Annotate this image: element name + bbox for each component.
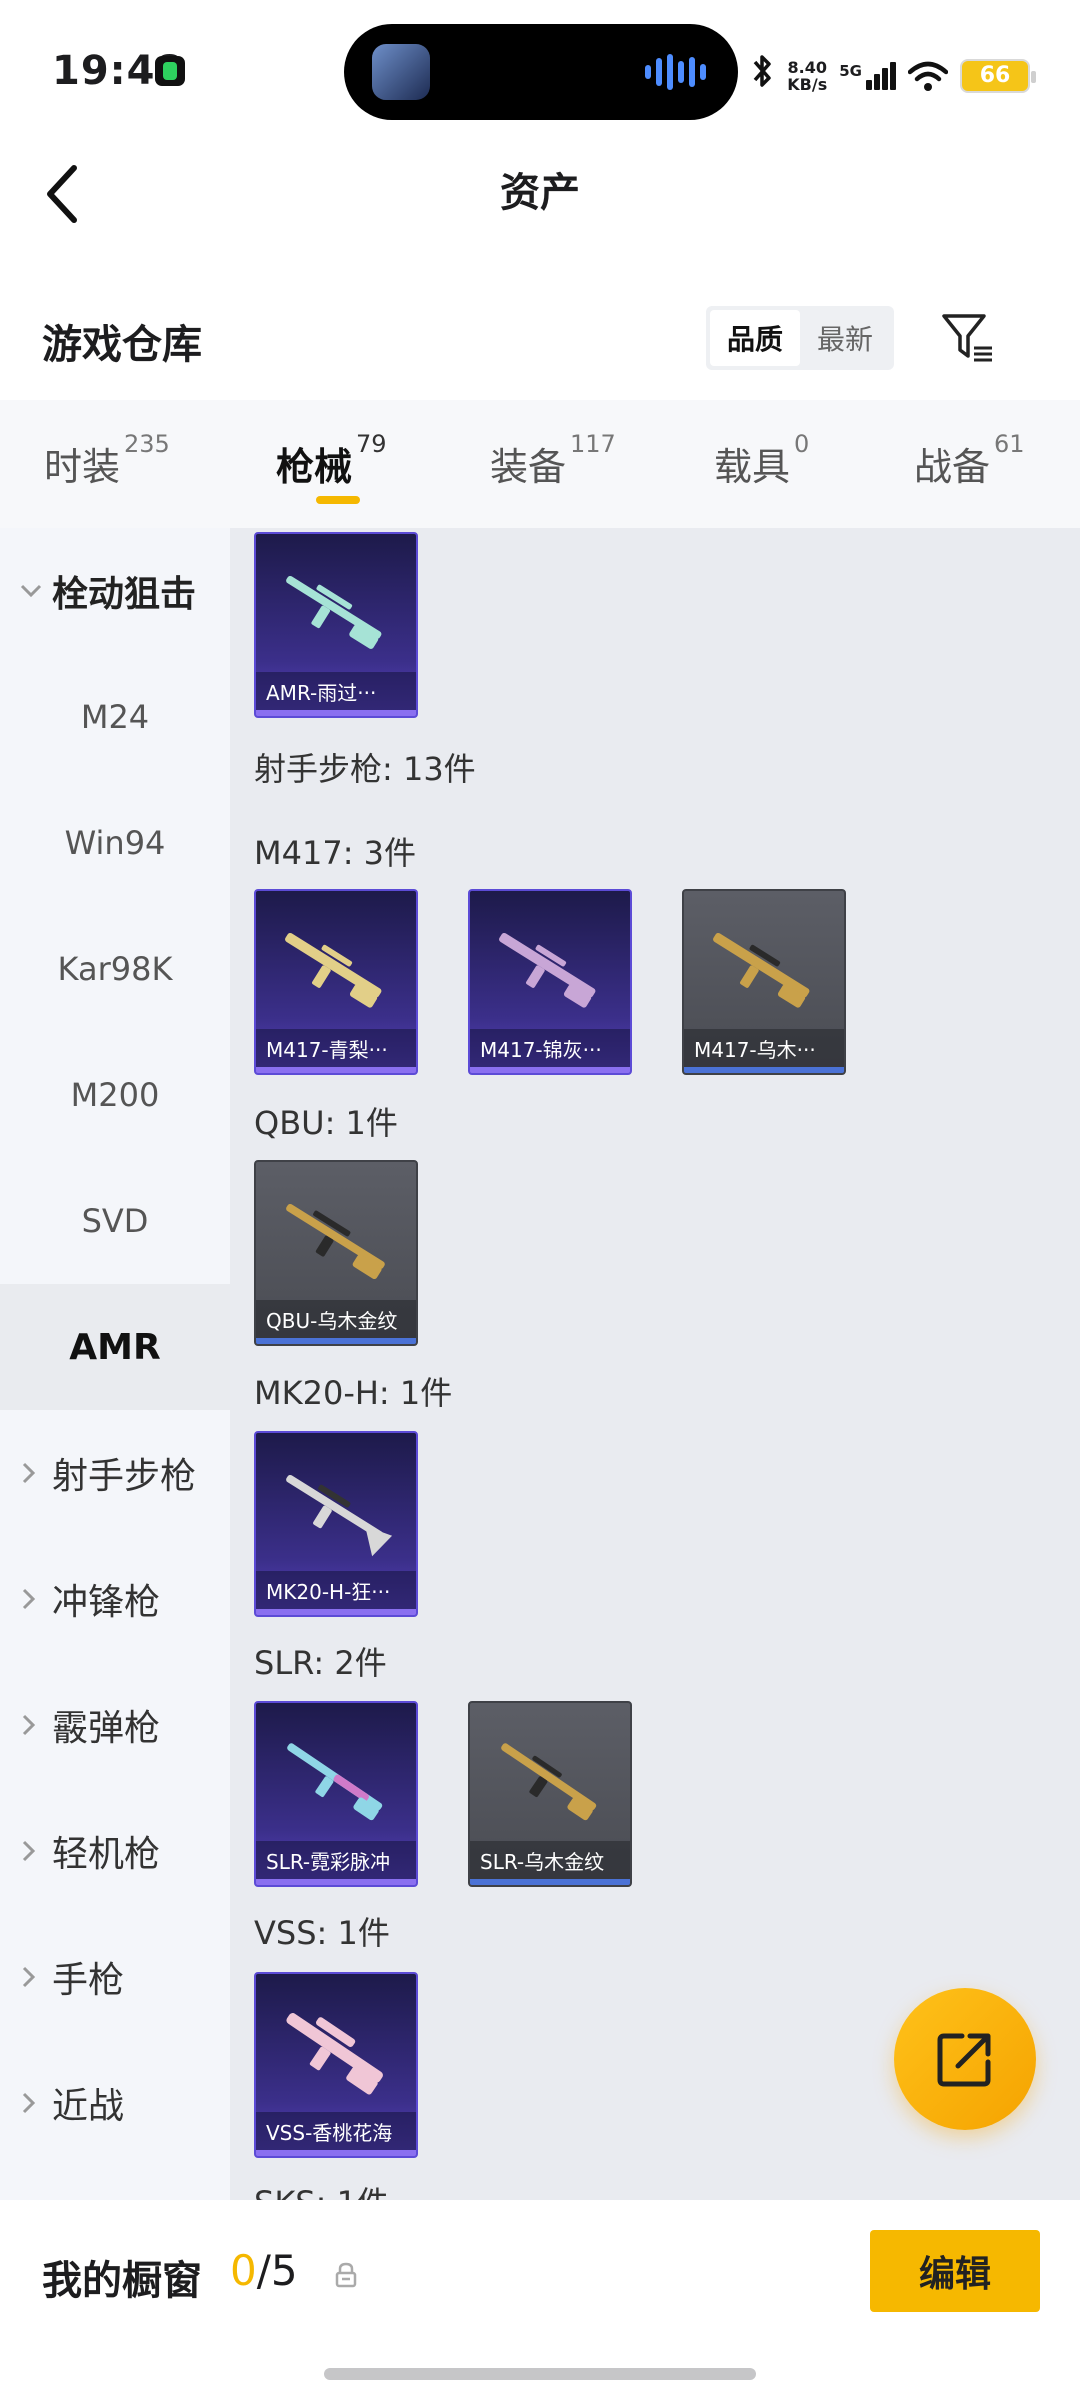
rifle-icon <box>286 1203 385 1280</box>
chevron-right-icon <box>22 1462 36 1484</box>
chevron-right-icon <box>22 1714 36 1736</box>
weapon-card[interactable]: VSS-香桃花海 <box>254 1972 418 2158</box>
category-tabs: 时装235 枪械79 装备117 载具0 战备61 <box>0 400 1080 528</box>
sidebar-item-bolt-action[interactable]: 栓动狙击 <box>0 528 230 654</box>
dynamic-island[interactable] <box>344 24 738 120</box>
sidebar-item-shotgun[interactable]: 霰弹枪 <box>0 1662 230 1788</box>
weapon-name: M417-锦灰··· <box>470 1029 630 1067</box>
sidebar-item-kar98k[interactable]: Kar98K <box>0 906 230 1032</box>
sidebar-item-amr[interactable]: AMR <box>0 1284 230 1410</box>
sidebar-item-pistol[interactable]: 手枪 <box>0 1914 230 2040</box>
tab-firearms[interactable]: 枪械79 <box>276 430 387 491</box>
sort-toggle: 品质 最新 <box>706 306 894 370</box>
weapon-card[interactable]: SLR-霓彩脉冲 <box>254 1701 418 1887</box>
weapon-card[interactable]: M417-乌木··· <box>682 889 846 1075</box>
group-label: VSS: 1件 <box>254 1914 390 1952</box>
group-label: QBU: 1件 <box>254 1104 398 1142</box>
weapon-name: SLR-霓彩脉冲 <box>256 1841 416 1879</box>
weapon-name: MK20-H-狂··· <box>256 1571 416 1609</box>
nav-bar: 资产 <box>0 130 1080 260</box>
wifi-icon <box>908 61 948 91</box>
weapon-list: AMR-雨过··· 射手步枪: 13件 M417: 3件 M417-青梨··· … <box>230 528 1080 2200</box>
tab-vehicles[interactable]: 载具0 <box>714 430 809 491</box>
chevron-right-icon <box>22 1588 36 1610</box>
tab-equipment[interactable]: 装备117 <box>490 430 616 491</box>
section-header: 游戏仓库 品质 最新 <box>0 260 1080 400</box>
sidebar-item-svd[interactable]: SVD <box>0 1158 230 1284</box>
chevron-down-icon <box>20 584 42 598</box>
lock-icon <box>335 2262 357 2288</box>
weapon-name: VSS-香桃花海 <box>256 2112 416 2150</box>
rifle-icon <box>499 932 596 1008</box>
rifle-icon <box>286 575 382 649</box>
share-button[interactable] <box>894 1988 1036 2130</box>
sort-newest-button[interactable]: 最新 <box>800 310 890 366</box>
weapon-card[interactable]: M417-锦灰··· <box>468 889 632 1075</box>
weapon-card[interactable]: AMR-雨过··· <box>254 532 418 718</box>
weapon-card[interactable]: MK20-H-狂··· <box>254 1431 418 1617</box>
group-label: M417: 3件 <box>254 834 417 872</box>
audio-wave-icon <box>645 54 706 90</box>
rifle-icon <box>501 1743 597 1821</box>
filter-icon[interactable] <box>940 310 996 366</box>
weapon-card[interactable]: QBU-乌木金纹 <box>254 1160 418 1346</box>
media-thumbnail <box>372 44 430 100</box>
chevron-right-icon <box>22 2092 36 2114</box>
weapon-name: M417-青梨··· <box>256 1029 416 1067</box>
cellular-signal-icon: 5G <box>839 61 896 90</box>
page-title: 资产 <box>500 170 580 216</box>
weapon-category-sidebar: 栓动狙击 M24 Win94 Kar98K M200 SVD AMR 射手步枪 … <box>0 528 230 2200</box>
weapon-card[interactable]: M417-青梨··· <box>254 889 418 1075</box>
share-icon <box>937 2033 991 2087</box>
sidebar-item-win94[interactable]: Win94 <box>0 780 230 906</box>
sidebar-item-m24[interactable]: M24 <box>0 654 230 780</box>
sidebar-item-m200[interactable]: M200 <box>0 1032 230 1158</box>
network-speed: 8.40 KB/s <box>787 57 828 94</box>
rifle-icon <box>285 932 382 1008</box>
group-label: MK20-H: 1件 <box>254 1374 453 1412</box>
rifle-icon <box>286 2013 383 2095</box>
notification-app-icon <box>155 56 185 86</box>
group-label: SLR: 2件 <box>254 1644 387 1682</box>
section-title: 游戏仓库 <box>42 322 202 368</box>
sidebar-item-marksman[interactable]: 射手步枪 <box>0 1410 230 1536</box>
weapon-name: AMR-雨过··· <box>256 672 416 710</box>
weapon-card[interactable]: SLR-乌木金纹 <box>468 1701 632 1887</box>
sort-quality-button[interactable]: 品质 <box>710 310 800 366</box>
group-label: SKS: 1件 <box>254 2178 389 2200</box>
chevron-right-icon <box>22 1840 36 1862</box>
rifle-icon <box>713 932 810 1008</box>
rifle-icon <box>287 1743 383 1821</box>
home-indicator[interactable] <box>324 2368 756 2380</box>
edit-button[interactable]: 编辑 <box>870 2230 1040 2312</box>
weapon-name: SLR-乌木金纹 <box>470 1841 630 1879</box>
sidebar-item-lmg[interactable]: 轻机枪 <box>0 1788 230 1914</box>
chevron-right-icon <box>22 1966 36 1988</box>
weapon-name: M417-乌木··· <box>684 1029 844 1067</box>
status-icons: 8.40 KB/s 5G 66 <box>751 52 1036 99</box>
tab-supplies[interactable]: 战备61 <box>914 430 1025 491</box>
rifle-icon <box>286 1474 393 1557</box>
showcase-label: 我的橱窗 <box>42 2258 202 2304</box>
status-bar: 19:48 8.40 KB/s 5G 66 <box>0 0 1080 130</box>
active-tab-indicator <box>316 496 360 504</box>
weapon-name: QBU-乌木金纹 <box>256 1300 416 1338</box>
tab-fashion[interactable]: 时装235 <box>44 430 170 491</box>
battery-icon: 66 <box>960 58 1036 93</box>
bluetooth-icon <box>751 52 775 99</box>
sidebar-item-melee[interactable]: 近战 <box>0 2040 230 2166</box>
sidebar-item-smg[interactable]: 冲锋枪 <box>0 1536 230 1662</box>
showcase-count: 0/5 <box>230 2246 298 2295</box>
group-label: 射手步枪: 13件 <box>254 750 476 788</box>
